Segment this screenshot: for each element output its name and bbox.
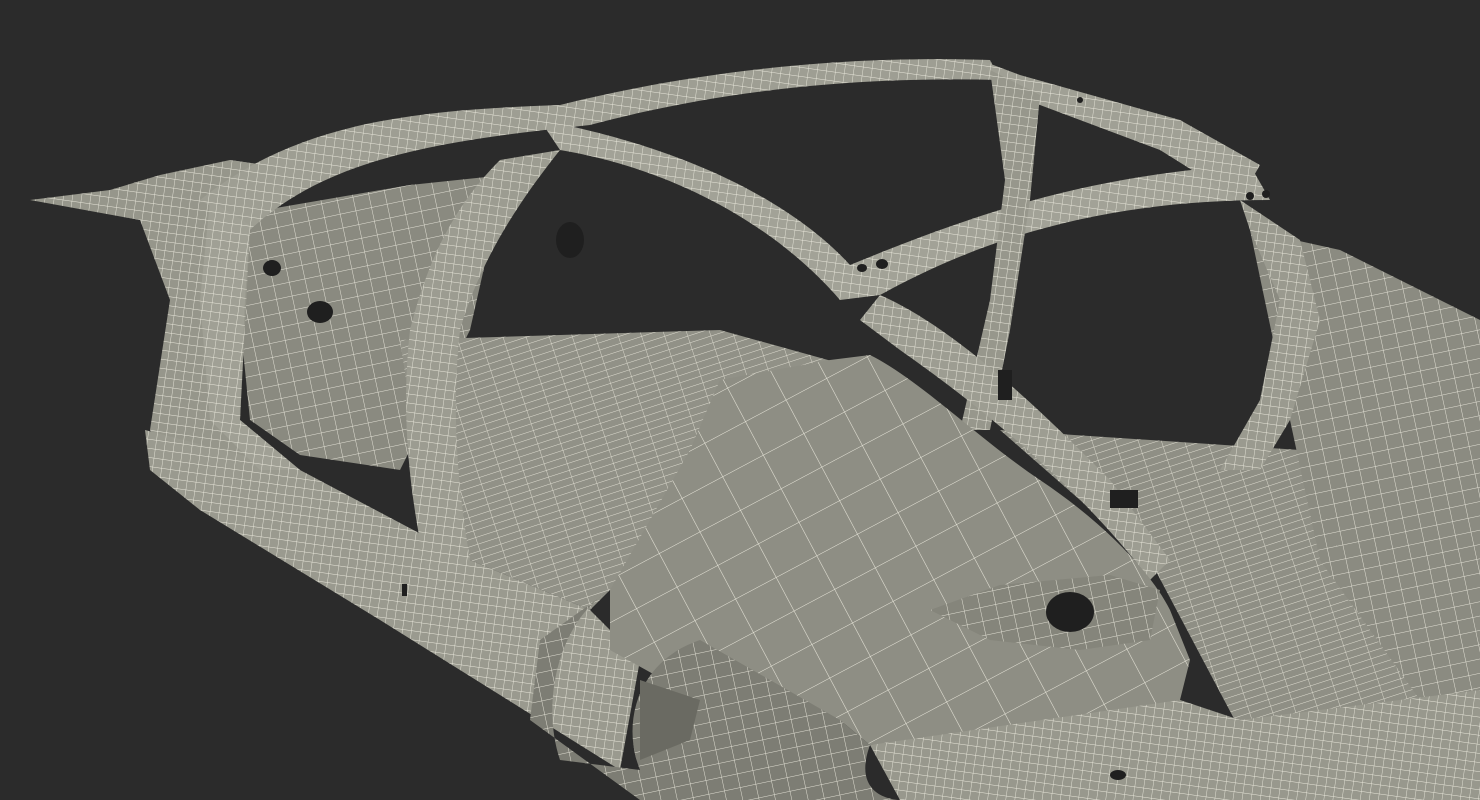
render-viewport: [0, 0, 1480, 800]
wireframe-car-body-render: [30, 59, 1480, 800]
